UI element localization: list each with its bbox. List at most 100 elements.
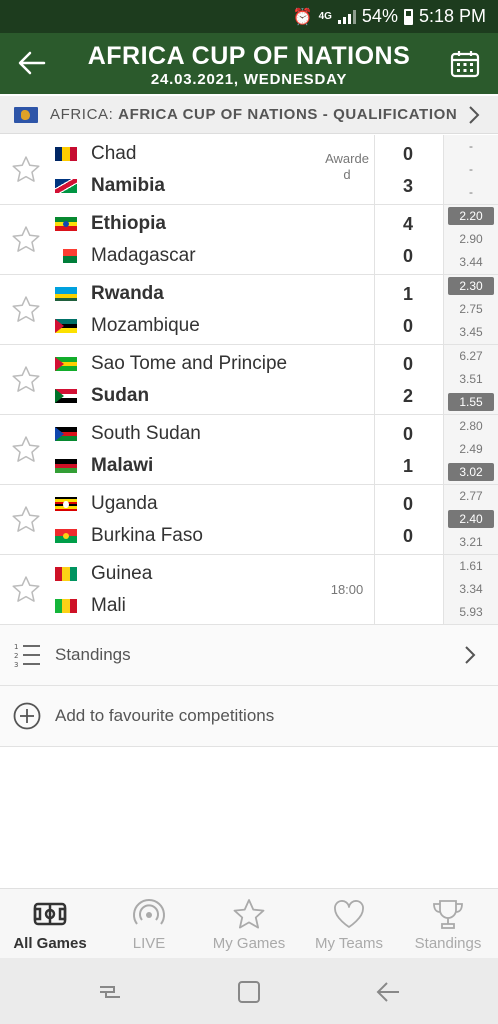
- home-score: 0: [402, 144, 413, 164]
- odds-value[interactable]: 3.44: [448, 253, 494, 271]
- away-team: Mali: [55, 592, 126, 620]
- away-team-name: Burkina Faso: [91, 525, 203, 546]
- heart-icon: [334, 900, 364, 928]
- nav-standings[interactable]: Standings: [398, 889, 498, 959]
- page-date: 24.03.2021, WEDNESDAY: [150, 71, 348, 88]
- odds-value[interactable]: 3.51: [448, 370, 494, 388]
- column-divider: [374, 205, 375, 274]
- madagascar-flag-icon: [55, 249, 77, 263]
- column-divider: [374, 135, 375, 204]
- mali-flag-icon: [55, 599, 77, 613]
- favourite-star-icon[interactable]: [11, 155, 41, 185]
- add-favourite-competition-button[interactable]: Add to favourite competitions: [0, 686, 498, 747]
- favourite-star-icon[interactable]: [11, 295, 41, 325]
- odds-value[interactable]: 3.45: [448, 323, 494, 341]
- odds-value[interactable]: 3.34: [448, 580, 494, 598]
- svg-text:1: 1: [14, 643, 18, 651]
- svg-text:2: 2: [14, 652, 18, 660]
- nav-my-teams[interactable]: My Teams: [299, 889, 399, 959]
- odds-value[interactable]: 2.90: [448, 230, 494, 248]
- pitch-icon: [33, 902, 67, 926]
- south-sudan-flag-icon: [55, 427, 77, 441]
- nav-all-games[interactable]: All Games: [0, 889, 100, 959]
- mozambique-flag-icon: [55, 319, 77, 333]
- home-score: 1: [402, 284, 413, 304]
- home-team-name: Chad: [91, 143, 137, 164]
- odds-value[interactable]: 3.02: [448, 463, 494, 481]
- favourite-star-icon[interactable]: [11, 505, 41, 535]
- recents-icon[interactable]: [97, 979, 123, 1005]
- home-team-name: Uganda: [91, 493, 158, 514]
- away-team-name: Mozambique: [91, 315, 200, 336]
- battery-percent: 54%: [361, 6, 398, 26]
- odds-value[interactable]: -: [448, 183, 494, 201]
- sao-tome-flag-icon: [55, 357, 77, 371]
- africa-flag-icon: [14, 106, 38, 123]
- away-score: 1: [402, 456, 413, 476]
- favourite-star-icon[interactable]: [11, 225, 41, 255]
- system-navigation-bar: [0, 958, 498, 1024]
- add-favourite-label: Add to favourite competitions: [55, 706, 275, 725]
- odds-value[interactable]: 3.21: [448, 533, 494, 551]
- home-team: South Sudan: [55, 420, 201, 448]
- calendar-icon[interactable]: [450, 49, 480, 79]
- nav-label: All Games: [13, 935, 87, 952]
- favourite-star-icon[interactable]: [11, 435, 41, 465]
- home-icon[interactable]: [236, 979, 262, 1005]
- away-team-name: Malawi: [91, 455, 154, 476]
- home-team-name: Sao Tome and Principe: [91, 353, 288, 374]
- match-list: Chad Namibia Awarded 0 3 - - - Ethiopia Madagasca…: [0, 135, 498, 625]
- ethiopia-flag-icon: [55, 217, 77, 231]
- column-divider: [374, 415, 375, 484]
- nav-label: My Games: [212, 935, 286, 952]
- match-row[interactable]: Uganda Burkina Faso 0 0 2.77 2.40 3.21: [0, 485, 498, 555]
- system-back-icon[interactable]: [375, 979, 401, 1005]
- odds-value[interactable]: -: [448, 160, 494, 178]
- home-score: 0: [402, 424, 413, 444]
- competition-header[interactable]: AFRICA: AFRICA CUP OF NATIONS - QUALIFIC…: [0, 96, 498, 134]
- odds-value[interactable]: 2.80: [448, 417, 494, 435]
- match-row[interactable]: Guinea Mali 18:00 1.61 3.34 5.93: [0, 555, 498, 625]
- back-arrow-icon[interactable]: [16, 47, 48, 79]
- away-score: 0: [402, 316, 413, 336]
- match-row[interactable]: Rwanda Mozambique 1 0 2.30 2.75 3.45: [0, 275, 498, 345]
- nav-label: LIVE: [132, 935, 166, 952]
- guinea-flag-icon: [55, 567, 77, 581]
- star-icon: [233, 899, 265, 929]
- match-status: 18:00: [330, 582, 364, 597]
- live-icon: [133, 899, 165, 925]
- odds-value[interactable]: 5.93: [448, 603, 494, 621]
- odds-value[interactable]: 2.20: [448, 207, 494, 225]
- chevron-right-icon: [469, 106, 480, 124]
- namibia-flag-icon: [55, 179, 77, 193]
- away-team: Madagascar: [55, 242, 196, 270]
- match-row[interactable]: Ethiopia Madagascar 4 0 2.20 2.90 3.44: [0, 205, 498, 275]
- home-score: 0: [402, 494, 413, 514]
- status-bar: ⏰ 4G 54% 5:18 PM: [0, 0, 498, 33]
- away-score: [378, 592, 438, 620]
- nav-my-games[interactable]: My Games: [199, 889, 299, 959]
- favourite-star-icon[interactable]: [11, 365, 41, 395]
- favourite-star-icon[interactable]: [11, 575, 41, 605]
- away-team: Sudan: [55, 382, 149, 410]
- odds-value[interactable]: 2.75: [448, 300, 494, 318]
- odds-value[interactable]: -: [448, 137, 494, 155]
- odds-value[interactable]: 2.40: [448, 510, 494, 528]
- away-score: 2: [402, 386, 413, 406]
- match-row[interactable]: Chad Namibia Awarded 0 3 - - -: [0, 135, 498, 205]
- odds-value[interactable]: 2.77: [448, 487, 494, 505]
- away-score: 0: [402, 246, 413, 266]
- app-header: AFRICA CUP OF NATIONS 24.03.2021, WEDNES…: [0, 33, 498, 94]
- odds-value[interactable]: 1.61: [448, 557, 494, 575]
- odds-value[interactable]: 2.49: [448, 440, 494, 458]
- odds-value[interactable]: 6.27: [448, 347, 494, 365]
- odds-value[interactable]: 2.30: [448, 277, 494, 295]
- nav-live[interactable]: LIVE: [99, 889, 199, 959]
- away-team: Burkina Faso: [55, 522, 203, 550]
- match-row[interactable]: Sao Tome and Principe Sudan 0 2 6.27 3.51 1.55: [0, 345, 498, 415]
- odds-value[interactable]: 1.55: [448, 393, 494, 411]
- standings-link[interactable]: 1 2 3 Standings: [0, 625, 498, 686]
- home-team-name: Guinea: [91, 563, 153, 584]
- odds-column: 2.80 2.49 3.02: [444, 415, 498, 484]
- match-row[interactable]: South Sudan Malawi 0 1 2.80 2.49 3.02: [0, 415, 498, 485]
